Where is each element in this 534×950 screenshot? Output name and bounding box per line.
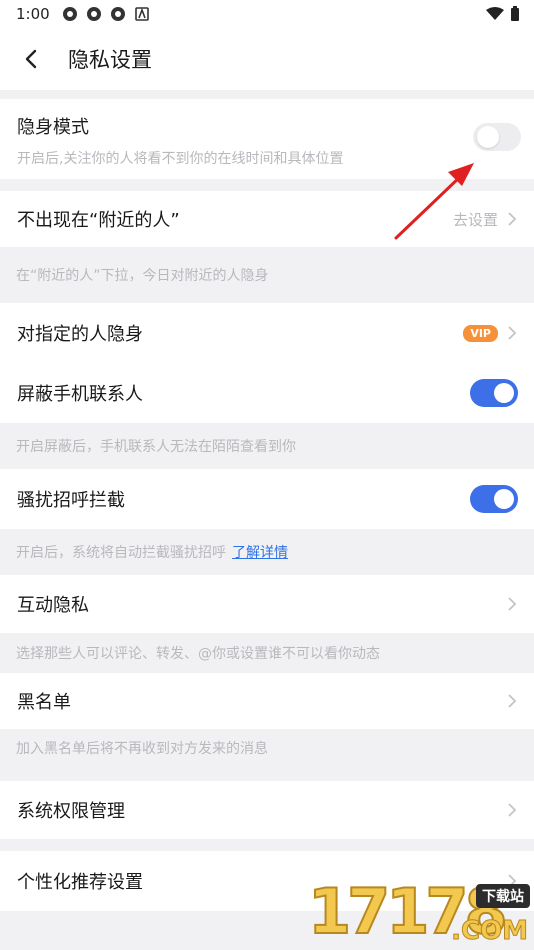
stealth-mode-description: 开启后,关注你的人将看不到你的在线时间和具体位置: [17, 151, 344, 167]
interaction-privacy-hint-text: 选择那些人可以评论、转发、@你或设置谁不可以看你动态: [16, 646, 380, 662]
nearby-people-row[interactable]: 不出现在“附近的人” 去设置: [0, 191, 534, 247]
toggle-knob: [477, 126, 499, 148]
chevron-right-icon: [508, 212, 517, 226]
interaction-privacy-row[interactable]: 互动隐私: [0, 575, 534, 633]
harass-block-row: 骚扰招呼拦截: [0, 469, 534, 529]
vip-badge: VIP: [463, 324, 498, 342]
block-contacts-row: 屏蔽手机联系人: [0, 363, 534, 423]
page-title: 隐私设置: [68, 48, 152, 72]
page-header: 隐私设置: [0, 28, 534, 90]
app-notification-icon: [110, 7, 125, 21]
block-contacts-label: 屏蔽手机联系人: [17, 384, 143, 405]
blacklist-hint-text: 加入黑名单后将不再收到对方发来的消息: [16, 741, 268, 757]
nearby-hint: 在“附近的人”下拉，今日对附近的人隐身: [0, 247, 534, 303]
stealth-mode-label: 隐身模式: [17, 117, 89, 138]
app-notification-icon: [86, 7, 101, 21]
learn-more-link[interactable]: 了解详情: [232, 542, 288, 562]
chevron-right-icon: [508, 803, 517, 817]
specific-hide-label: 对指定的人隐身: [17, 324, 143, 345]
notification-a-icon: [134, 7, 149, 21]
nearby-hint-text: 在“附近的人”下拉，今日对附近的人隐身: [16, 268, 269, 284]
harass-block-hint: 开启后，系统将自动拦截骚扰招呼 了解详情: [0, 529, 534, 575]
system-permissions-row[interactable]: 系统权限管理: [0, 781, 534, 839]
status-time: 1:00: [16, 5, 50, 23]
harass-block-hint-text: 开启后，系统将自动拦截骚扰招呼: [16, 545, 226, 561]
status-bar: 1:00: [0, 0, 534, 28]
battery-icon: [511, 6, 519, 21]
harass-block-label: 骚扰招呼拦截: [17, 490, 125, 511]
toggle-knob: [494, 489, 514, 509]
nearby-settings-link[interactable]: 去设置: [453, 209, 498, 230]
watermark-tag: 下载站: [476, 884, 530, 908]
app-notification-icon: [62, 7, 77, 21]
system-permissions-label: 系统权限管理: [17, 801, 125, 822]
stealth-mode-toggle[interactable]: [473, 123, 521, 151]
block-contacts-hint: 开启屏蔽后，手机联系人无法在陌陌查看到你: [0, 423, 534, 469]
back-arrow-icon[interactable]: [20, 47, 44, 71]
personalized-recommendation-label: 个性化推荐设置: [17, 872, 143, 893]
chevron-right-icon: [508, 694, 517, 708]
watermark-suffix: .COM: [451, 916, 529, 947]
chevron-right-icon: [508, 326, 517, 340]
interaction-privacy-label: 互动隐私: [17, 595, 89, 616]
chevron-right-icon: [508, 597, 517, 611]
block-contacts-hint-text: 开启屏蔽后，手机联系人无法在陌陌查看到你: [16, 439, 296, 455]
watermark-logo: 17178 下载站 .COM: [307, 872, 534, 950]
blacklist-row[interactable]: 黑名单: [0, 673, 534, 729]
interaction-privacy-hint: 选择那些人可以评论、转发、@你或设置谁不可以看你动态: [0, 633, 534, 673]
wifi-icon: [486, 7, 504, 20]
block-contacts-toggle[interactable]: [470, 379, 518, 407]
specific-hide-row[interactable]: 对指定的人隐身 VIP: [0, 303, 534, 363]
toggle-knob: [494, 383, 514, 403]
blacklist-label: 黑名单: [17, 692, 71, 713]
stealth-mode-card: 隐身模式 开启后,关注你的人将看不到你的在线时间和具体位置: [0, 99, 534, 179]
nearby-people-label: 不出现在“附近的人”: [17, 210, 180, 231]
blacklist-hint: 加入黑名单后将不再收到对方发来的消息: [0, 729, 534, 767]
harass-block-toggle[interactable]: [470, 485, 518, 513]
